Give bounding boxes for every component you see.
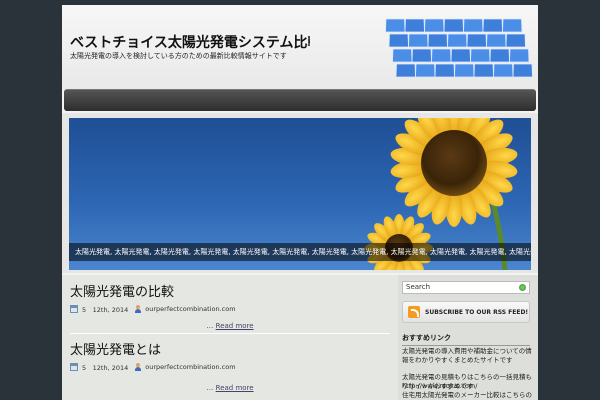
post-title[interactable]: 太陽光発電とは xyxy=(70,339,390,358)
post-title[interactable]: 太陽光発電の比較 xyxy=(70,281,390,300)
post-author: ourperfectcombination.com xyxy=(145,305,236,313)
rss-label: SUBSCRIBE TO OUR RSS FEED! xyxy=(425,308,529,316)
user-icon xyxy=(134,363,142,371)
featured-slider: 太陽光発電, 太陽光発電, 太陽光発電, 太陽光発電, 太陽光発電, 太陽光発電… xyxy=(62,113,538,273)
widget-title: おすすめリンク xyxy=(402,333,530,346)
read-more-row: … Read more xyxy=(70,384,390,392)
read-more-row: … Read more xyxy=(70,322,390,330)
solar-panel-logo xyxy=(385,18,533,78)
widget-link[interactable]: http://www.reqlus.com/ xyxy=(402,382,532,391)
calendar-icon xyxy=(70,363,78,371)
main-content: 太陽光発電の比較 5 12th, 2014 ourperfectcombinat… xyxy=(62,275,398,400)
main-navigation-bar xyxy=(64,89,536,111)
slide-caption[interactable]: 太陽光発電, 太陽光発電, 太陽光発電, 太陽光発電, 太陽光発電, 太陽光発電… xyxy=(69,243,531,261)
widget-text: 太陽光発電の導入費用や補助金についての情報をわかりやすくまとめたサイトです xyxy=(402,347,532,364)
ellipsis: … xyxy=(206,322,214,330)
post-meta: 5 12th, 2014 ourperfectcombination.com xyxy=(70,304,390,314)
post-author: ourperfectcombination.com xyxy=(145,363,236,371)
site-description: 太陽光発電の導入を検討している方のための最新比較情報サイトです xyxy=(70,52,287,60)
post-meta: 5 12th, 2014 ourperfectcombination.com xyxy=(70,362,390,372)
post-divider xyxy=(70,333,390,334)
rss-subscribe-button[interactable]: SUBSCRIBE TO OUR RSS FEED! xyxy=(402,301,530,323)
featured-slide-image[interactable]: 太陽光発電, 太陽光発電, 太陽光発電, 太陽光発電, 太陽光発電, 太陽光発電… xyxy=(69,118,531,270)
sidebar: Search SUBSCRIBE TO OUR RSS FEED! おすすめリン… xyxy=(398,275,538,400)
post-entry: 太陽光発電の比較 5 12th, 2014 ourperfectcombinat… xyxy=(70,281,390,330)
read-more-link[interactable]: Read more xyxy=(216,322,254,330)
search-go-icon[interactable] xyxy=(519,284,526,291)
site-header: ベストチョイス太陽光発電システム比較ランキングサイト 太陽光発電の導入を検討して… xyxy=(62,5,538,89)
rss-icon xyxy=(408,306,420,318)
calendar-icon xyxy=(70,305,78,313)
post-date: 5 12th, 2014 xyxy=(82,364,129,372)
page-container: ベストチョイス太陽光発電システム比較ランキングサイト 太陽光発電の導入を検討して… xyxy=(62,5,538,400)
user-icon xyxy=(134,305,142,313)
post-date: 5 12th, 2014 xyxy=(82,306,129,314)
search-placeholder: Search xyxy=(406,283,431,291)
widget-text: 住宅用太陽光発電のメーカー比較はこちらのサイトがおすすめ xyxy=(402,391,532,399)
search-input[interactable]: Search xyxy=(402,281,530,294)
site-title[interactable]: ベストチョイス太陽光発電システム比較ランキングサイト xyxy=(70,32,310,52)
post-entry: 太陽光発電とは 5 12th, 2014 ourperfectcombinati… xyxy=(70,339,390,392)
ellipsis: … xyxy=(206,384,214,392)
read-more-link[interactable]: Read more xyxy=(216,384,254,392)
